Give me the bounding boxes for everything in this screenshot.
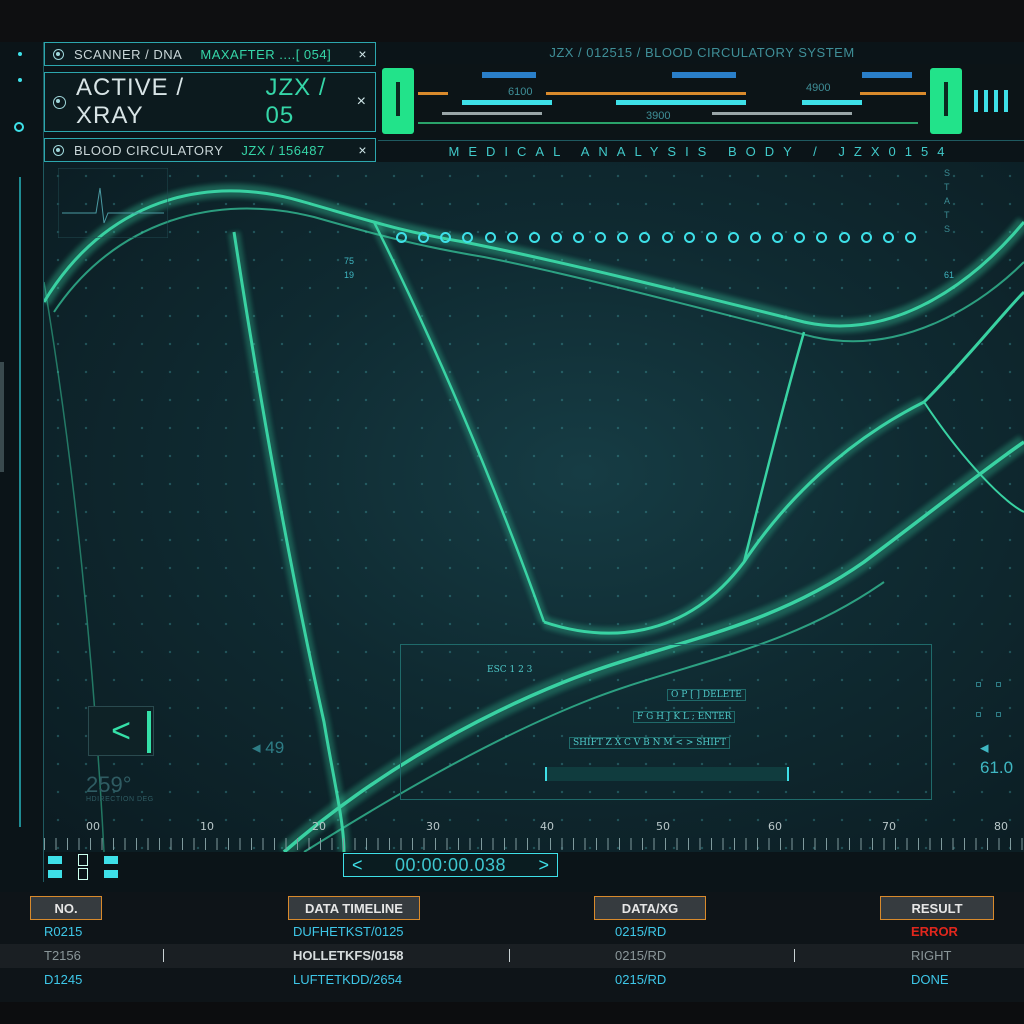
table-row[interactable]: R0215 DUFHETKST/0125 0215/RD ERROR <box>0 920 1024 944</box>
right-value-text: 61.0 <box>980 758 1014 777</box>
target-icon <box>53 95 66 109</box>
cell-data: 0215/RD <box>615 924 667 939</box>
rail-handle[interactable] <box>0 362 4 472</box>
left-rail <box>0 42 44 882</box>
tab-code: MAXAFTER ....[ 054] <box>200 46 332 62</box>
scale-right: 4900 <box>806 82 831 94</box>
direction-degrees: 259° <box>86 772 132 797</box>
cell-timeline: LUFTETKDD/2654 <box>293 972 403 987</box>
level-bar <box>974 90 978 112</box>
left-value: ◂ 49 <box>252 738 285 757</box>
target-icon <box>53 48 64 60</box>
cell-data: 0215/RD <box>615 972 667 987</box>
rail-dot <box>18 78 22 82</box>
cell-no: R0215 <box>44 924 83 939</box>
direction-label: HDIRECTION DEG <box>86 796 154 803</box>
ruler-label: 40 <box>540 820 554 833</box>
keyboard-row-2[interactable]: O P [ ] DELETE <box>667 689 746 701</box>
tab-label: SCANNER / DNA <box>74 46 183 62</box>
rail-line <box>19 177 21 827</box>
left-numbers: 7519 <box>344 256 355 280</box>
close-icon[interactable]: × <box>358 46 367 62</box>
scale-left: 6100 <box>508 86 533 98</box>
rail-dot <box>18 52 22 56</box>
ruler-label: 20 <box>312 820 326 833</box>
keyboard-row-3[interactable]: F G H J K L ; ENTER <box>633 711 736 723</box>
timeline-value: 00:00:00.038 <box>394 854 507 875</box>
xray-viewport[interactable]: STATS 61 7519 < 259° HDIRECTION DEG ◂ 49… <box>44 162 1024 852</box>
left-value-text: 49 <box>265 738 285 757</box>
virtual-keyboard[interactable]: ESC 1 2 3 O P [ ] DELETE F G H J K L ; E… <box>400 644 932 800</box>
ruler-label: 50 <box>656 820 670 833</box>
stats-label: STATS <box>944 168 951 234</box>
column-header-no[interactable]: NO. <box>30 896 102 920</box>
tab-label: ACTIVE / XRAY <box>76 74 185 129</box>
level-bar <box>984 90 988 112</box>
table-row[interactable]: T2156 HOLLETKFS/0158 0215/RD RIGHT <box>0 944 1024 968</box>
ruler-label: 60 <box>768 820 782 833</box>
ruler-label: 70 <box>882 820 896 833</box>
ruler-label: 30 <box>426 820 440 833</box>
close-icon[interactable]: × <box>357 93 367 111</box>
tab-code: JZX / 05 <box>265 74 327 129</box>
tab-label: BLOOD CIRCULATORY <box>74 142 224 158</box>
level-bar <box>1004 90 1008 112</box>
analysis-subtitle: MEDICAL ANALYSIS BODY / JZX0154 <box>378 140 1024 162</box>
link-icon[interactable] <box>46 852 124 882</box>
row-divider <box>509 949 510 962</box>
ecg-mini-panel <box>58 168 168 238</box>
table-row[interactable]: D1245 LUFTETKDD/2654 0215/RD DONE <box>0 968 1024 992</box>
rail-ring-icon[interactable] <box>14 122 24 132</box>
ruler-ticks <box>44 838 1024 850</box>
tab-active-xray[interactable]: ACTIVE / XRAY JZX / 05 × <box>44 72 376 132</box>
side-marker-grid <box>976 682 1016 722</box>
timeline-prev-button[interactable]: < <box>352 855 363 876</box>
back-button[interactable]: < <box>88 706 154 756</box>
keyboard-spacebar[interactable] <box>545 767 789 781</box>
cell-timeline: HOLLETKFS/0158 <box>293 948 404 963</box>
ruler-label: 80 <box>994 820 1008 833</box>
cell-result: RIGHT <box>911 948 952 963</box>
tab-code: JZX / 156487 <box>241 142 325 158</box>
ring-chain <box>396 232 916 246</box>
right-value: ◂ 61.0 <box>980 738 1014 777</box>
cell-result-error: ERROR <box>911 924 958 939</box>
row-divider <box>794 949 795 962</box>
cell-timeline: DUFHETKST/0125 <box>293 924 404 939</box>
chevron-left-icon: < <box>111 711 131 750</box>
tab-blood-circulatory[interactable]: BLOOD CIRCULATORY JZX / 156487 × <box>44 138 376 162</box>
column-header-data[interactable]: DATA/XG <box>594 896 706 920</box>
top-band <box>0 0 1024 42</box>
level-bar <box>994 90 998 112</box>
cell-data: 0215/RD <box>615 948 667 963</box>
keyboard-row-1[interactable]: ESC 1 2 3 <box>487 665 532 675</box>
bottom-strip <box>0 1002 1024 1024</box>
column-header-result[interactable]: RESULT <box>880 896 994 920</box>
button-accent <box>147 711 151 753</box>
timeline-control[interactable]: < 00:00:00.038 > <box>343 853 558 877</box>
keyboard-row-4[interactable]: SHIFT Z X C V B N M < > SHIFT <box>569 737 731 749</box>
handle-grip <box>944 82 948 116</box>
ruler-label: 00 <box>86 820 100 833</box>
cell-no: T2156 <box>44 948 81 963</box>
ruler-label: 10 <box>200 820 214 833</box>
timeline-next-button[interactable]: > <box>538 855 549 876</box>
bottom-ruler: 00 10 20 30 40 50 60 70 80 <box>44 820 1024 852</box>
header-title: JZX / 012515 / BLOOD CIRCULATORY SYSTEM <box>549 45 855 60</box>
stats-numbers: 61 <box>944 270 955 280</box>
tab-scanner-dna[interactable]: SCANNER / DNA MAXAFTER ....[ 054] × <box>44 42 376 66</box>
row-divider <box>163 949 164 962</box>
column-header-timeline[interactable]: DATA TIMELINE <box>288 896 420 920</box>
close-icon[interactable]: × <box>358 142 367 158</box>
scale-mid: 3900 <box>646 110 671 122</box>
track-strip: 6100 3900 4900 <box>382 64 1024 138</box>
target-icon <box>53 144 64 156</box>
handle-grip <box>396 82 400 116</box>
cell-no: D1245 <box>44 972 83 987</box>
cell-result: DONE <box>911 972 949 987</box>
